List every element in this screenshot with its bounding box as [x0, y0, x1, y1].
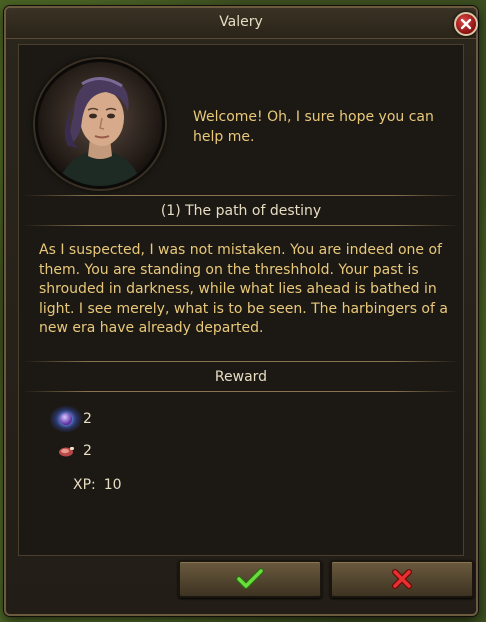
reward-amount: 2	[83, 443, 92, 459]
meat-icon	[59, 447, 74, 457]
checkmark-icon	[236, 568, 264, 589]
reward-heading: Reward	[214, 369, 268, 385]
quest-dialog: Valery Welcome! Oh, I sure hope you can …	[4, 6, 478, 616]
divider	[23, 225, 459, 226]
npc-portrait	[35, 59, 165, 189]
decline-button[interactable]	[330, 560, 474, 598]
npc-portrait-image	[58, 77, 142, 186]
npc-greeting: Welcome! Oh, I sure hope you can help me…	[193, 109, 434, 145]
reward-item: 2	[53, 443, 92, 459]
orb-icon	[49, 405, 83, 433]
reward-amount: 2	[83, 411, 92, 427]
accept-button[interactable]	[178, 560, 322, 598]
reward-item: 2	[49, 405, 92, 433]
quest-description: As I suspected, I was not mistaken. You …	[39, 242, 448, 336]
quest-title: (1) The path of destiny	[160, 203, 322, 219]
dialog-content: Welcome! Oh, I sure hope you can help me…	[18, 44, 464, 556]
divider	[23, 391, 459, 392]
cross-icon	[392, 569, 412, 589]
divider	[23, 195, 459, 196]
divider	[23, 361, 459, 362]
xp-label: XP:	[73, 477, 96, 493]
xp-reward: XP: 10	[53, 477, 122, 493]
close-icon	[460, 18, 472, 30]
dialog-titlebar: Valery	[6, 8, 476, 39]
dialog-title: Valery	[219, 14, 263, 30]
xp-value: 10	[103, 477, 122, 493]
close-button[interactable]	[454, 12, 478, 36]
